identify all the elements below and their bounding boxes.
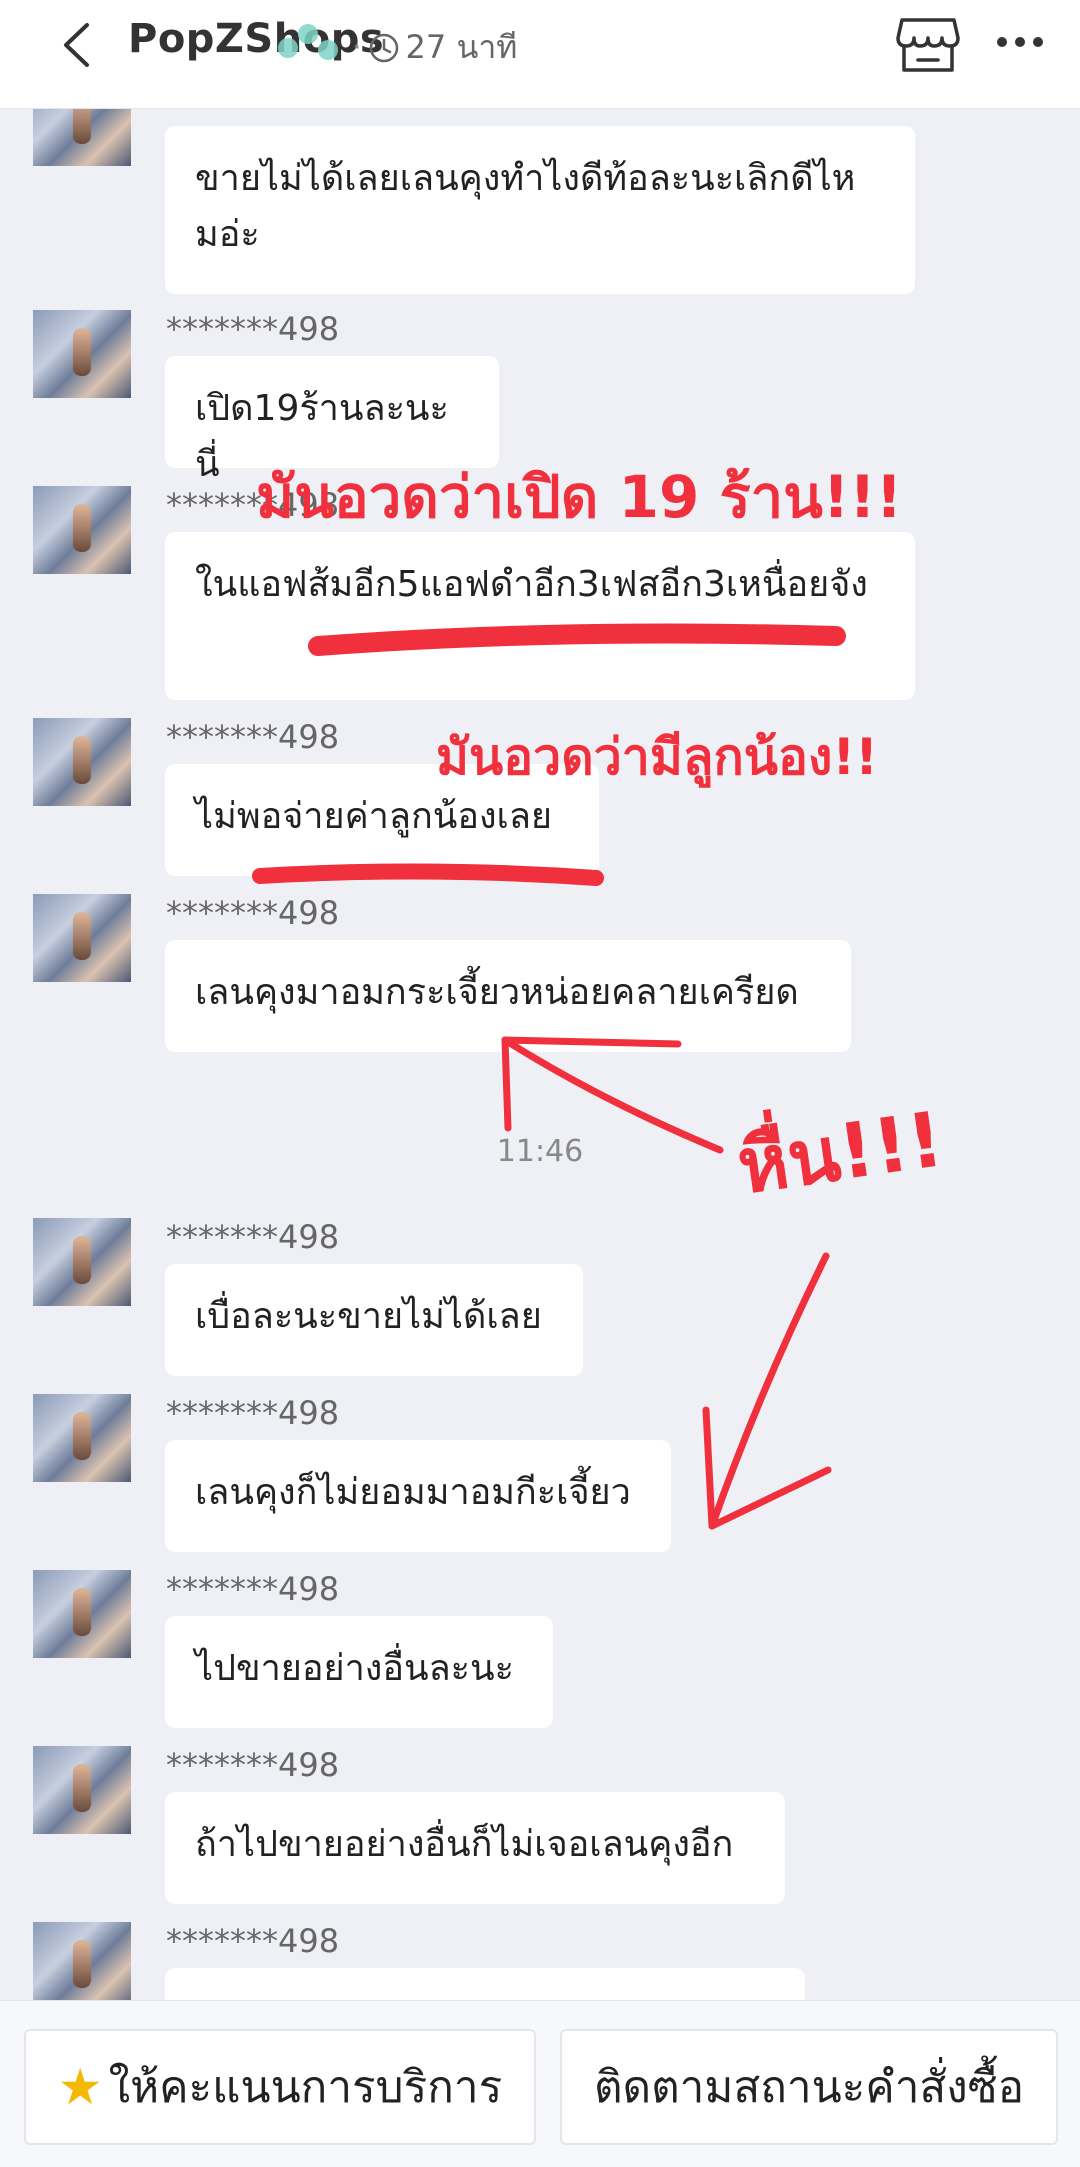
sender-name: *******498 bbox=[166, 1746, 340, 1784]
watermark-dots-icon bbox=[278, 24, 338, 60]
back-button[interactable] bbox=[48, 20, 104, 70]
message-bubble[interactable] bbox=[165, 1968, 805, 2000]
avatar[interactable] bbox=[33, 486, 131, 574]
chat-header: PopZShops · 27 นาที bbox=[0, 0, 1080, 109]
avatar[interactable] bbox=[33, 108, 131, 166]
track-order-label: ติดตามสถานะคำสั่งซื้อ bbox=[593, 2062, 1025, 2113]
sender-name: *******498 bbox=[166, 1394, 340, 1432]
last-seen: · 27 นาที bbox=[352, 22, 517, 73]
message-bubble[interactable]: ในแอฟส้มอีก5แอฟดำอีก3เฟสอีก3เหนื่อยจัง bbox=[165, 532, 915, 700]
track-order-button[interactable]: ติดตามสถานะคำสั่งซื้อ bbox=[560, 2029, 1058, 2145]
avatar[interactable] bbox=[33, 1394, 131, 1482]
avatar[interactable] bbox=[33, 310, 131, 398]
sender-name: *******498 bbox=[166, 1922, 340, 1960]
last-seen-text: 27 นาที bbox=[405, 28, 518, 66]
message-bubble[interactable]: เบื่อละนะขายไม่ได้เลย bbox=[165, 1264, 583, 1376]
star-icon: ★ bbox=[57, 2058, 103, 2116]
sender-name: *******498 bbox=[166, 894, 340, 932]
sender-name: *******498 bbox=[166, 718, 340, 756]
avatar[interactable] bbox=[33, 1746, 131, 1834]
message-bubble[interactable]: เลนคุงก็ไม่ยอมมาอมกีะเจี้ยว bbox=[165, 1440, 671, 1552]
message-bubble[interactable]: ไปขายอย่างอื่นละนะ bbox=[165, 1616, 553, 1728]
avatar[interactable] bbox=[33, 894, 131, 982]
rate-service-label: ให้คะแนนการบริการ bbox=[108, 2062, 503, 2113]
avatar[interactable] bbox=[33, 1570, 131, 1658]
message-bubble[interactable]: ถ้าไปขายอย่างอื่นก็ไม่เจอเลนคุงอีก bbox=[165, 1792, 785, 1904]
chevron-left-icon bbox=[64, 23, 89, 67]
clock-icon bbox=[369, 33, 398, 62]
message-bubble[interactable]: เลนคุงมาอมกระเจี้ยวหน่อยคลายเครียด bbox=[165, 940, 851, 1052]
sender-name: *******498 bbox=[166, 1570, 340, 1608]
rate-service-button[interactable]: ★ ให้คะแนนการบริการ bbox=[24, 2029, 536, 2145]
annotation-employees: มันอวดว่ามีลูกน้อง!! bbox=[436, 728, 878, 786]
avatar[interactable] bbox=[33, 1218, 131, 1306]
sender-name: *******498 bbox=[166, 1218, 340, 1256]
avatar[interactable] bbox=[33, 1922, 131, 2000]
chat-list[interactable]: ขายไม่ได้เลยเลนคุงทำไงดีท้อละนะเลิกดีไหม… bbox=[0, 108, 1080, 2000]
sender-name: *******498 bbox=[166, 310, 340, 348]
message-bubble[interactable]: ขายไม่ได้เลยเลนคุงทำไงดีท้อละนะเลิกดีไหม… bbox=[165, 126, 915, 294]
avatar[interactable] bbox=[33, 718, 131, 806]
annotation-shop-count: มันอวดว่าเปิด 19 ร้าน!!! bbox=[256, 463, 903, 531]
store-icon[interactable] bbox=[896, 14, 960, 76]
separator-dot: · bbox=[352, 30, 362, 65]
chat-footer: ★ ให้คะแนนการบริการ ติดตามสถานะคำสั่งซื้… bbox=[0, 2000, 1080, 2167]
more-icon[interactable] bbox=[990, 22, 1050, 62]
